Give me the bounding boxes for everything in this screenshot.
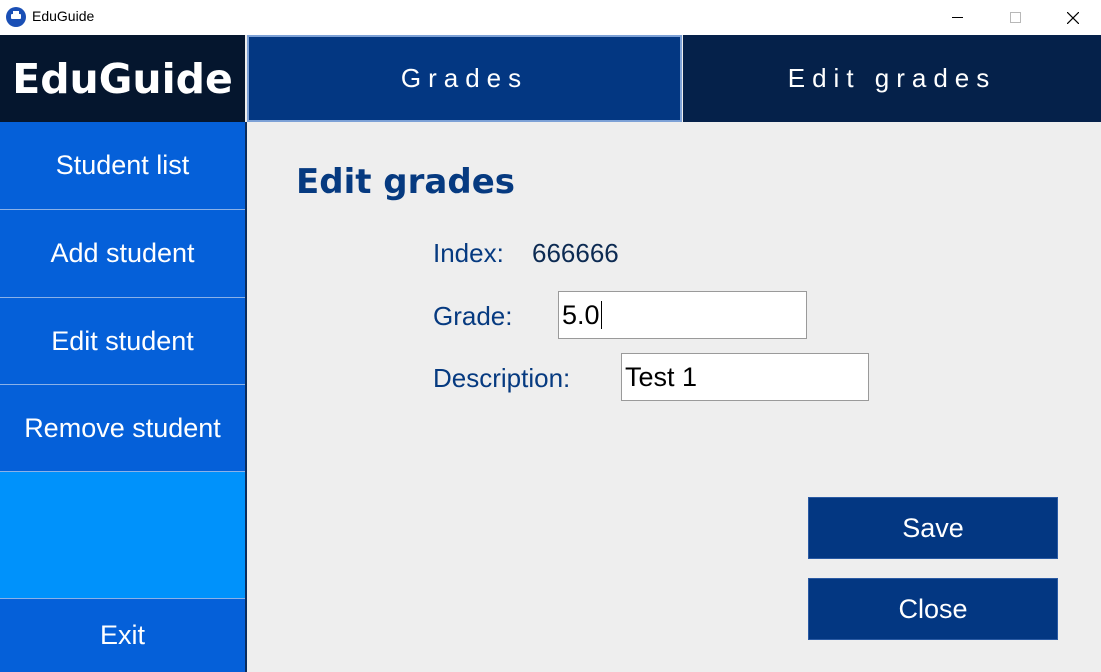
sidebar-item-remove-student[interactable]: Remove student	[0, 385, 245, 472]
index-label: Index:	[433, 238, 504, 268]
grade-label: Grade:	[433, 301, 513, 331]
logo-text: EduGuide	[12, 54, 233, 103]
sidebar-item-student-list[interactable]: Student list	[0, 122, 245, 210]
window-titlebar: EduGuide	[0, 0, 1101, 35]
sidebar: Student list Add student Edit student Re…	[0, 122, 245, 672]
tab-grades[interactable]: Grades	[247, 35, 682, 122]
save-button[interactable]: Save	[808, 497, 1058, 559]
graduation-cap-icon	[6, 7, 26, 27]
description-label: Description:	[433, 363, 571, 393]
description-input[interactable]: Test 1	[621, 353, 869, 401]
minimize-button[interactable]	[928, 0, 986, 35]
sidebar-item-exit[interactable]: Exit	[0, 598, 245, 672]
grade-input[interactable]: 5.0	[558, 291, 807, 339]
maximize-button[interactable]	[986, 0, 1044, 35]
close-button[interactable]: Close	[808, 578, 1058, 640]
close-window-button[interactable]	[1044, 0, 1101, 35]
app-logo: EduGuide	[0, 35, 245, 122]
window-title: EduGuide	[32, 8, 95, 24]
sidebar-item-add-student[interactable]: Add student	[0, 210, 245, 298]
text-caret	[600, 301, 602, 329]
page-title: Edit grades	[296, 162, 515, 202]
minimize-icon	[951, 17, 963, 18]
sidebar-item-edit-student[interactable]: Edit student	[0, 298, 245, 385]
sidebar-spacer	[0, 472, 245, 598]
grade-input-value: 5.0	[562, 299, 600, 330]
maximize-icon	[1009, 12, 1021, 23]
close-icon	[1067, 11, 1079, 24]
description-input-value: Test 1	[625, 361, 698, 392]
index-value: 666666	[532, 238, 619, 268]
tab-edit-grades[interactable]: Edit grades	[683, 35, 1101, 122]
